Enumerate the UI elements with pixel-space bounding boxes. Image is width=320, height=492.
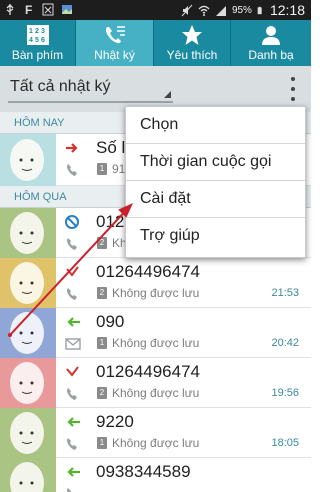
svg-text:F: F	[25, 3, 32, 16]
avatar	[0, 134, 56, 186]
menu-item-help[interactable]: Trợ giúp	[126, 218, 305, 255]
wifi-icon	[198, 5, 210, 16]
number-status: Không được lưu	[112, 386, 200, 400]
call-log-row[interactable]: 0938344589	[0, 458, 311, 492]
contact-name: 01264496474	[96, 362, 201, 381]
tab-favorites-label: Yêu thích	[166, 48, 218, 62]
avatar	[0, 458, 56, 492]
contact-icon	[260, 24, 282, 46]
excel-icon	[42, 3, 54, 16]
battery-icon	[257, 6, 262, 14]
call-log-row[interactable]: 090 1 Không được lưu 20:42	[0, 308, 311, 358]
avatar	[0, 358, 56, 408]
contact-name: 01264496474	[96, 262, 201, 281]
log-filter-dropdown[interactable]: Tất cả nhật ký	[8, 73, 173, 103]
svg-text:4: 4	[29, 37, 33, 44]
avatar	[0, 208, 56, 258]
options-menu: Chọn Thời gian cuộc gọi Cài đặt Trợ giúp	[125, 106, 306, 258]
call-log-row[interactable]: 9220 1 Không được lưu 18:05	[0, 408, 311, 458]
tab-keypad[interactable]: 123 456 Bàn phím	[0, 20, 76, 66]
star-icon	[181, 24, 203, 46]
menu-item-select[interactable]: Chọn	[126, 107, 305, 144]
sim-badge: 1	[97, 437, 107, 449]
number-status: Không được lưu	[112, 286, 200, 300]
call-log-icon	[103, 24, 127, 46]
mute-icon	[181, 4, 193, 16]
call-time: 20:42	[271, 337, 299, 349]
incoming-call-icon	[67, 417, 80, 427]
number-status: Không được lưu	[112, 336, 200, 350]
call-time: 19:56	[271, 387, 299, 399]
phone-icon	[67, 164, 77, 176]
sim-badge: 2	[97, 387, 107, 399]
avatar	[0, 408, 56, 458]
contact-name: 090	[96, 312, 125, 331]
phone-icon	[67, 388, 77, 400]
outgoing-call-icon	[66, 143, 78, 153]
menu-item-call-duration[interactable]: Thời gian cuộc gọi	[126, 144, 305, 181]
tab-keypad-label: Bàn phím	[11, 48, 64, 62]
phone-icon	[67, 238, 77, 250]
contact-name: 9220	[96, 412, 134, 431]
missed-call-icon	[66, 366, 79, 377]
tab-contacts[interactable]: Danh bạ	[231, 20, 311, 66]
facebook-icon: F	[25, 3, 32, 16]
missed-call-icon	[66, 266, 79, 277]
menu-item-settings[interactable]: Cài đặt	[126, 181, 305, 218]
clock: 12:18	[269, 2, 305, 18]
call-time: 21:53	[271, 287, 299, 299]
usb-icon	[6, 4, 14, 15]
section-today-label: HÔM NAY	[14, 117, 65, 129]
number-status: Không được lưu	[112, 436, 200, 450]
tab-bar: 123 456 Bàn phím Nhật ký Yêu thích Danh b…	[0, 20, 311, 66]
contact-name: 012	[96, 212, 125, 231]
tab-call-log-label: Nhật ký	[94, 48, 135, 62]
rejected-call-icon	[65, 215, 79, 229]
tab-call-log[interactable]: Nhật ký	[76, 20, 154, 66]
svg-text:1: 1	[29, 28, 33, 35]
battery-percent: 95%	[231, 4, 252, 16]
message-icon	[65, 338, 81, 350]
sim-badge: 2	[97, 287, 107, 299]
svg-text:3: 3	[41, 28, 45, 35]
avatar	[0, 258, 56, 308]
call-log-row[interactable]: 01264496474 2 Không được lưu 19:56	[0, 358, 311, 408]
contact-name: 0938344589	[96, 462, 191, 481]
dialpad-icon: 123 456	[26, 24, 50, 46]
incoming-call-icon	[67, 467, 80, 477]
contact-name: Số l	[96, 138, 126, 157]
sim-badge: 1	[97, 337, 107, 349]
phone-icon	[67, 288, 77, 300]
avatar	[0, 308, 56, 358]
svg-text:2: 2	[35, 28, 39, 35]
tab-favorites[interactable]: Yêu thích	[154, 20, 231, 66]
number-status: 91	[112, 162, 126, 176]
call-time: 18:05	[271, 437, 299, 449]
log-filter-value: Tất cả nhật ký	[10, 78, 111, 95]
signal-icon	[215, 5, 226, 16]
phone-icon	[67, 438, 77, 450]
svg-text:6: 6	[41, 37, 45, 44]
sim-badge: 2	[97, 237, 107, 249]
section-yesterday-label: HÔM QUA	[14, 191, 67, 203]
incoming-call-icon	[67, 317, 80, 327]
sim-badge: 1	[97, 163, 107, 175]
tab-contacts-label: Danh bạ	[248, 48, 294, 62]
dropdown-arrow-icon	[164, 91, 171, 98]
status-bar: F 95% 12:18	[0, 0, 311, 20]
phone-icon	[67, 488, 71, 492]
svg-text:5: 5	[35, 37, 39, 44]
more-options-icon[interactable]	[291, 77, 297, 101]
gallery-icon	[62, 5, 72, 14]
call-log-row[interactable]: 01264496474 2 Không được lưu 21:53	[0, 258, 311, 308]
